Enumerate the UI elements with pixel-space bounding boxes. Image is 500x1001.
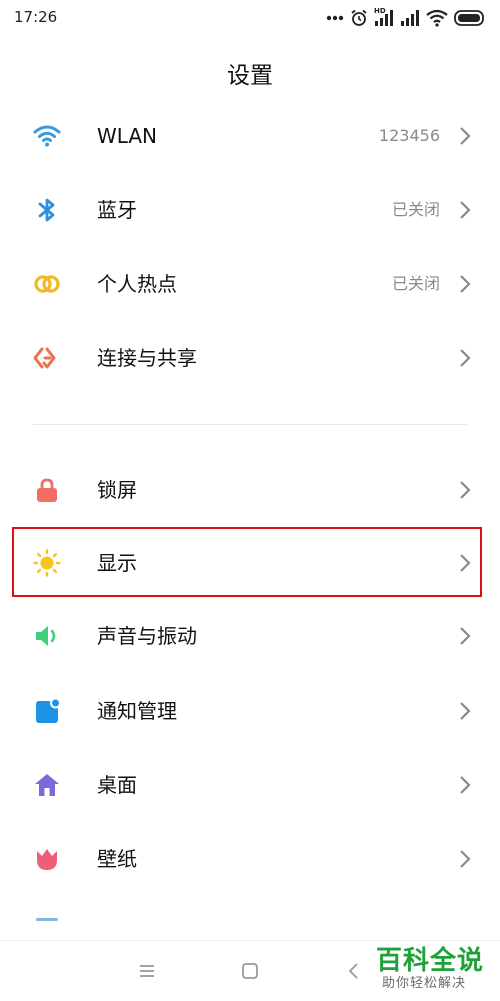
connection-share-icon bbox=[33, 347, 56, 369]
wifi-icon bbox=[33, 125, 61, 147]
row-label: 通知管理 bbox=[97, 699, 177, 723]
row-value: 已关闭 bbox=[391, 274, 440, 293]
row-value: 已关闭 bbox=[391, 200, 440, 219]
row-label: 锁屏 bbox=[97, 478, 137, 502]
row-label: 蓝牙 bbox=[97, 198, 137, 222]
chevron-right-icon bbox=[460, 275, 471, 293]
chevron-right-icon bbox=[460, 702, 471, 720]
row-label: 个人热点 bbox=[97, 272, 177, 296]
home-icon bbox=[35, 774, 59, 796]
page-title: 设置 bbox=[227, 63, 273, 89]
signal-hd-icon: HD bbox=[374, 7, 394, 27]
section-divider bbox=[33, 424, 467, 425]
tulip-icon bbox=[37, 849, 57, 870]
chevron-right-icon bbox=[460, 201, 471, 219]
watermark: 百科全说 助你轻松解决 bbox=[372, 940, 490, 994]
battery-icon bbox=[454, 10, 484, 26]
chevron-right-icon bbox=[460, 481, 471, 499]
settings-row-bluetooth[interactable]: 蓝牙 已关闭 bbox=[0, 174, 500, 246]
row-label: 声音与振动 bbox=[97, 624, 197, 648]
settings-row-wlan[interactable]: WLAN 123456 bbox=[0, 100, 500, 172]
signal-icon bbox=[401, 10, 419, 26]
row-label: 壁纸 bbox=[97, 847, 137, 871]
back-icon[interactable] bbox=[342, 959, 366, 983]
settings-row-desktop[interactable]: 桌面 bbox=[0, 749, 500, 821]
settings-row-hotspot[interactable]: 个人热点 已关闭 bbox=[0, 248, 500, 320]
row-label: WLAN bbox=[97, 124, 158, 148]
settings-row-sound[interactable]: 声音与振动 bbox=[0, 600, 500, 672]
watermark-subtitle: 助你轻松解决 bbox=[382, 976, 467, 991]
settings-row-notifications[interactable]: 通知管理 bbox=[0, 675, 500, 747]
settings-row-lockscreen[interactable]: 锁屏 bbox=[0, 454, 500, 526]
settings-row-wallpaper[interactable]: 壁纸 bbox=[0, 823, 500, 895]
highlight-box bbox=[12, 527, 482, 597]
hotspot-icon bbox=[34, 275, 60, 293]
more-dots-icon bbox=[326, 15, 344, 21]
chevron-right-icon bbox=[460, 349, 471, 367]
row-value: 123456 bbox=[378, 126, 440, 145]
chevron-right-icon bbox=[460, 127, 471, 145]
bluetooth-icon bbox=[38, 198, 55, 222]
status-time: 17:26 bbox=[14, 8, 58, 26]
chevron-right-icon bbox=[460, 627, 471, 645]
status-icons: HD bbox=[326, 7, 486, 28]
settings-row-connection-share[interactable]: 连接与共享 bbox=[0, 322, 500, 394]
chevron-right-icon bbox=[460, 776, 471, 794]
alarm-icon bbox=[351, 9, 367, 26]
notification-icon bbox=[36, 697, 61, 723]
home-square-icon[interactable] bbox=[238, 959, 262, 983]
wifi-icon bbox=[426, 9, 448, 27]
menu-icon[interactable] bbox=[135, 959, 159, 983]
partial-row-icon bbox=[36, 918, 58, 921]
lock-icon bbox=[37, 478, 57, 502]
chevron-right-icon bbox=[460, 850, 471, 868]
status-bar: 17:26 HD bbox=[0, 0, 500, 36]
row-label: 连接与共享 bbox=[97, 346, 197, 370]
speaker-icon bbox=[36, 626, 56, 646]
row-label: 桌面 bbox=[97, 773, 137, 797]
